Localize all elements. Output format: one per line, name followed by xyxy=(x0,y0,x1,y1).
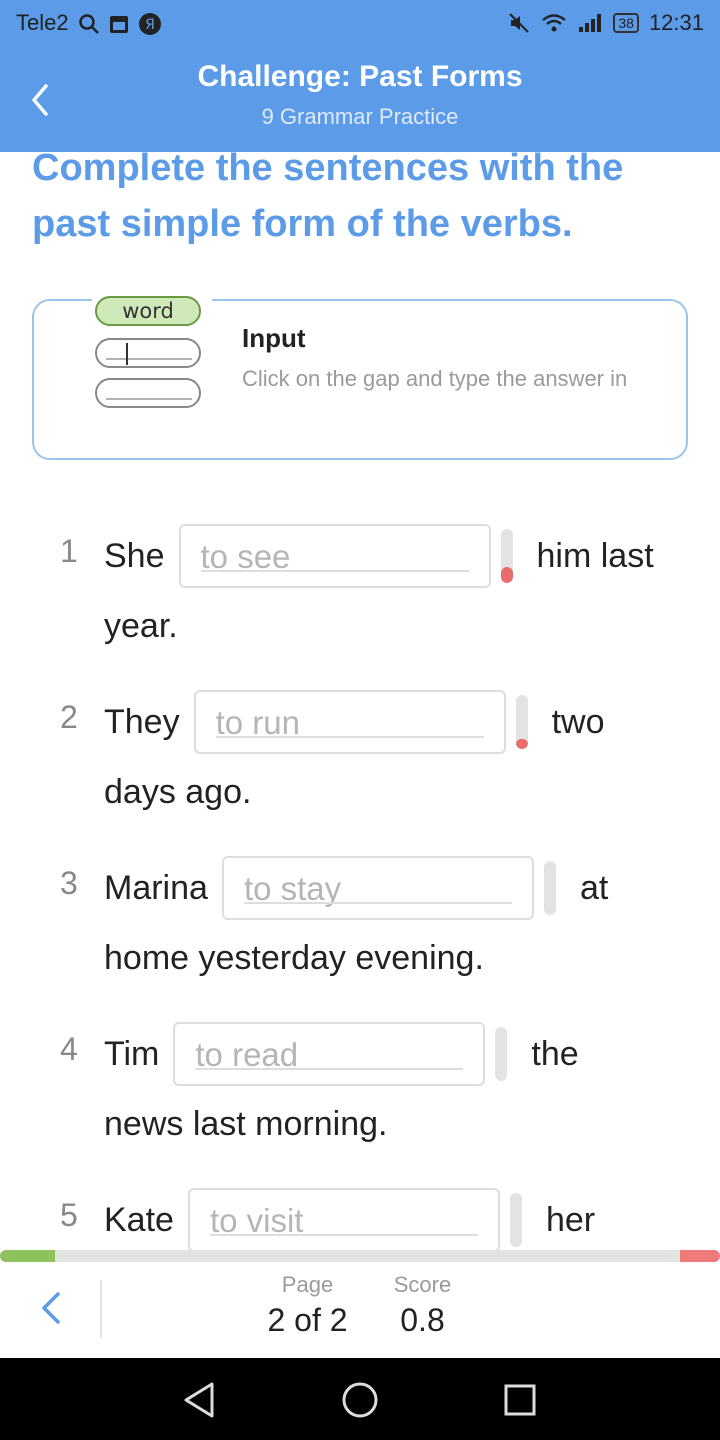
sentence-end: the xyxy=(531,1034,579,1073)
hint-text: Click on the gap and type the answer in xyxy=(242,366,628,391)
sentence-start: Marina xyxy=(104,868,208,907)
system-navigation-bar xyxy=(0,1358,720,1440)
calendar-icon xyxy=(110,16,128,33)
task-instruction: Complete the sentences with the past sim… xyxy=(32,147,624,245)
svg-text:Я: Я xyxy=(145,17,155,33)
status-bar: Tele2 Я 38 12:31 xyxy=(0,0,720,48)
bottom-navigation: Page 2 of 2 Score 0.8 xyxy=(0,1262,720,1358)
sentence-end: at xyxy=(579,868,609,907)
page-label: Page xyxy=(281,1272,334,1297)
sentence-end: him last xyxy=(536,536,654,575)
mute-icon xyxy=(509,13,530,33)
status-right: 38 12:31 xyxy=(507,10,704,36)
exercise-number: 2 xyxy=(60,699,78,735)
sentence-end: two xyxy=(551,702,605,741)
divider xyxy=(100,1280,102,1338)
sentence-start: They xyxy=(104,702,180,741)
progress-bar xyxy=(0,1250,720,1262)
clock: 12:31 xyxy=(648,10,704,35)
circle-home-icon[interactable] xyxy=(338,1378,382,1422)
input-illustration-icon: word xyxy=(92,291,212,411)
attempt-meter-fill xyxy=(500,567,513,583)
square-recents-icon[interactable] xyxy=(498,1378,542,1422)
triangle-back-icon[interactable] xyxy=(178,1378,222,1422)
exercise-item: 5 Kate to visit her xyxy=(60,1187,700,1250)
exercise-number: 4 xyxy=(60,1031,78,1067)
yandex-icon: Я xyxy=(139,13,161,35)
status-left-icons: Я xyxy=(78,12,162,36)
answer-gap-input[interactable]: to visit xyxy=(187,1188,500,1250)
attempt-meter xyxy=(495,1027,508,1081)
score-indicator: Score 0.8 xyxy=(380,1272,465,1339)
search-icon xyxy=(79,14,99,34)
app-header: Tele2 Я 38 12:31 Challenge: Past Forms 9… xyxy=(0,0,720,152)
sentence-continuation: home yesterday evening. xyxy=(104,939,484,977)
hint-card: word Input Click on the gap and type the… xyxy=(32,291,688,460)
score-value: 0.8 xyxy=(400,1302,445,1338)
answer-gap-input[interactable]: to stay xyxy=(221,856,534,920)
page-subtitle: 9 Grammar Practice xyxy=(261,104,459,129)
hint-title: Input xyxy=(242,323,306,353)
page-title: Challenge: Past Forms xyxy=(197,60,523,93)
page-indicator: Page 2 of 2 xyxy=(260,1272,355,1339)
score-label: Score xyxy=(393,1272,452,1297)
sentence-start: She xyxy=(104,536,165,575)
page-value: 2 of 2 xyxy=(267,1302,348,1338)
previous-page-button[interactable] xyxy=(36,1288,66,1328)
sentence-continuation: days ago. xyxy=(104,773,252,811)
battery-indicator: 38 xyxy=(613,13,639,33)
attempt-meter xyxy=(515,695,528,749)
exercise-number: 1 xyxy=(60,533,78,569)
illustration-word: word xyxy=(122,299,174,323)
attempt-meter xyxy=(500,529,513,583)
sentence-continuation: year. xyxy=(104,607,178,645)
attempt-meter xyxy=(509,1193,522,1247)
answer-gap-input[interactable]: to run xyxy=(193,690,506,754)
sentence-end: her xyxy=(545,1200,596,1239)
wifi-icon xyxy=(542,14,567,32)
exercise-number: 3 xyxy=(60,865,78,901)
sentence-continuation: news last morning. xyxy=(104,1105,388,1143)
sentence-start: Kate xyxy=(104,1200,174,1239)
carrier-name: Tele2 xyxy=(16,10,69,35)
attempt-meter xyxy=(543,861,556,915)
exercise-number: 5 xyxy=(60,1197,78,1233)
progress-wrong xyxy=(680,1250,720,1262)
attempt-meter-fill xyxy=(515,739,528,749)
answer-gap-input[interactable]: to see xyxy=(178,524,491,588)
progress-correct xyxy=(0,1250,55,1262)
answer-gap-input[interactable]: to read xyxy=(173,1022,486,1086)
sentence-start: Tim xyxy=(104,1034,160,1073)
signal-icon xyxy=(579,14,602,32)
